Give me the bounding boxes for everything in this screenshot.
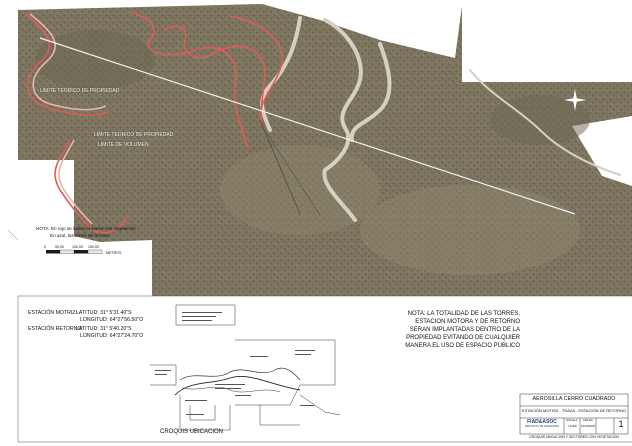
- scale-tick-2: 100,00: [72, 245, 83, 249]
- motriz-label: ESTACIÓN MOTRIZ:: [28, 310, 77, 316]
- croquis-title: CROQUIS UBICACION: [160, 429, 224, 435]
- retorno-label: ESTACIÓN RETORNO:: [28, 326, 83, 332]
- project-title: AEROSILLA CERRO CUADRADO: [532, 396, 616, 402]
- note-line-3: SERAN IMPLANTADAS DENTRO DE LA: [409, 327, 520, 334]
- scale-tick-1: 50,00: [55, 245, 64, 249]
- drawing-subtitle: ESTACIÓN MOTRIZ - TRAZA - ESTACIÓN DE RE…: [521, 408, 627, 413]
- map-note-2: En azul, las torres de la linea: [50, 233, 109, 238]
- scale-unit: METROS: [106, 251, 122, 255]
- retorno-latitude: LATITUD: 31° 5'40.20"S: [76, 326, 132, 332]
- scale-bar: [46, 249, 103, 254]
- firm-subtitle: SERVICIOS DE INGENIERIA: [524, 425, 560, 428]
- map-label-volume-limit: LIMITE DE VOLUMEN: [98, 142, 149, 148]
- motriz-longitude: LONGITUD: 64°27'56.50"O: [80, 317, 144, 323]
- public-space-note: NOTA: LA TOTALIDAD DE LAS TORRES, ESTACI…: [405, 310, 520, 350]
- drawing-name: CROQUIS UBICACION Y SECTORES CON VEGETAC…: [529, 435, 619, 439]
- map-label-upper-left: LIMITE TEORICO DE PROPIEDAD: [40, 88, 120, 94]
- map-canvas: [7, 4, 632, 443]
- note-line-1: NOTA: LA TOTALIDAD DE LAS TORRES,: [407, 311, 520, 317]
- scale-value: 1:1000: [567, 424, 577, 428]
- retorno-longitude: LONGITUD: 64°27'24.70"O: [80, 333, 144, 339]
- note-line-4: PROPIEDAD EVITANDO DE CUALQUIER: [406, 335, 520, 342]
- legend-blank: [462, 6, 632, 82]
- scale-tick-3: 150,00: [88, 245, 99, 249]
- date-label: FECHA: [583, 418, 593, 422]
- note-line-2: ESTACION MOTORA Y DE RETORNO: [415, 319, 520, 326]
- drawing-sheet: LIMITE TEORICO DE PROPIEDAD LIMITE TEORI…: [0, 0, 632, 446]
- scale-tick-0: 0: [44, 245, 46, 249]
- map-note: NOTA: En rojo se indica el sector con ve…: [36, 226, 136, 231]
- motriz-latitude: LATITUD: 31° 5'31.40"S: [76, 310, 132, 316]
- map-label-property-limit: LIMITE TEORICO DE PROPIEDAD: [94, 132, 174, 138]
- date-value: 14/03/2023: [581, 424, 595, 428]
- sheet-number: 1: [618, 419, 624, 429]
- note-line-5: MANERA EL USO DE ESPACIO PUBLICO: [405, 343, 520, 350]
- scale-label: ESCALA: [566, 418, 578, 422]
